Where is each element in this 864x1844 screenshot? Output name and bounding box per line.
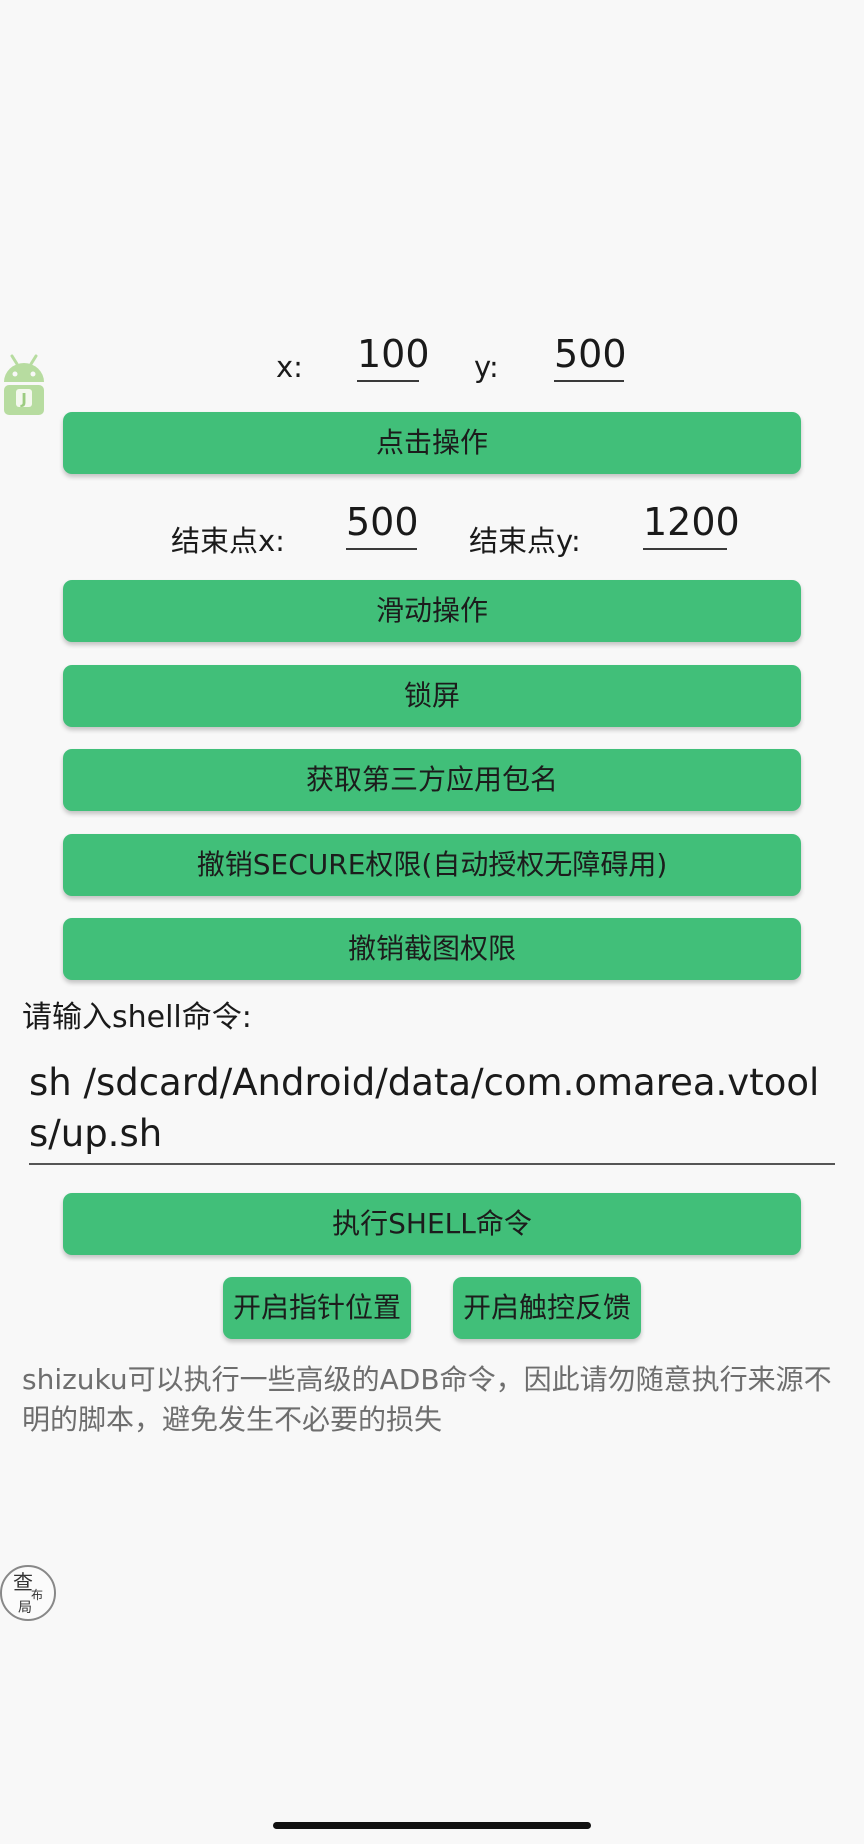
stamp-char-top: 查 — [13, 1570, 33, 1594]
shell-label: 请输入shell命令: — [22, 1000, 252, 1035]
get-packages-button[interactable]: 获取第三方应用包名 — [63, 749, 801, 811]
swipe-button[interactable]: 滑动操作 — [63, 580, 801, 642]
y-input[interactable]: 500 — [554, 330, 627, 382]
floating-stamp-badge[interactable]: 查 布 局 — [0, 1565, 58, 1627]
revoke-screenshot-button[interactable]: 撤销截图权限 — [63, 918, 801, 980]
pointer-location-button[interactable]: 开启指针位置 — [223, 1277, 411, 1339]
end-y-label: 结束点y: — [469, 524, 581, 558]
end-x-input[interactable]: 500 — [346, 498, 419, 550]
swipe-coordinates-row: 结束点x: 500 结束点y: 1200 — [0, 498, 864, 568]
stamp-char-bottom: 局 — [18, 1600, 32, 1616]
y-label: y: — [474, 350, 499, 384]
lock-screen-button[interactable]: 锁屏 — [63, 665, 801, 727]
shell-command-input[interactable]: sh /sdcard/Android/data/com.omarea.vtool… — [29, 1057, 835, 1165]
end-x-label: 结束点x: — [171, 524, 285, 558]
x-input[interactable]: 100 — [357, 330, 430, 382]
stamp-char-middle: 布 — [31, 1588, 44, 1602]
app-screen: J x: 100 y: 500 点击操作 结束点x: 500 结束点y: 120… — [0, 0, 864, 1844]
execute-shell-button[interactable]: 执行SHELL命令 — [63, 1193, 801, 1255]
x-label: x: — [276, 350, 303, 384]
home-indicator[interactable] — [273, 1822, 591, 1829]
end-y-input[interactable]: 1200 — [643, 498, 740, 550]
touch-feedback-button[interactable]: 开启触控反馈 — [453, 1277, 641, 1339]
revoke-secure-button[interactable]: 撤销SECURE权限(自动授权无障碍用) — [63, 834, 801, 896]
warning-notice: shizuku可以执行一些高级的ADB命令，因此请勿随意执行来源不明的脚本，避免… — [22, 1363, 832, 1436]
tap-coordinates-row: x: 100 y: 500 — [0, 330, 864, 400]
tap-button[interactable]: 点击操作 — [63, 412, 801, 474]
